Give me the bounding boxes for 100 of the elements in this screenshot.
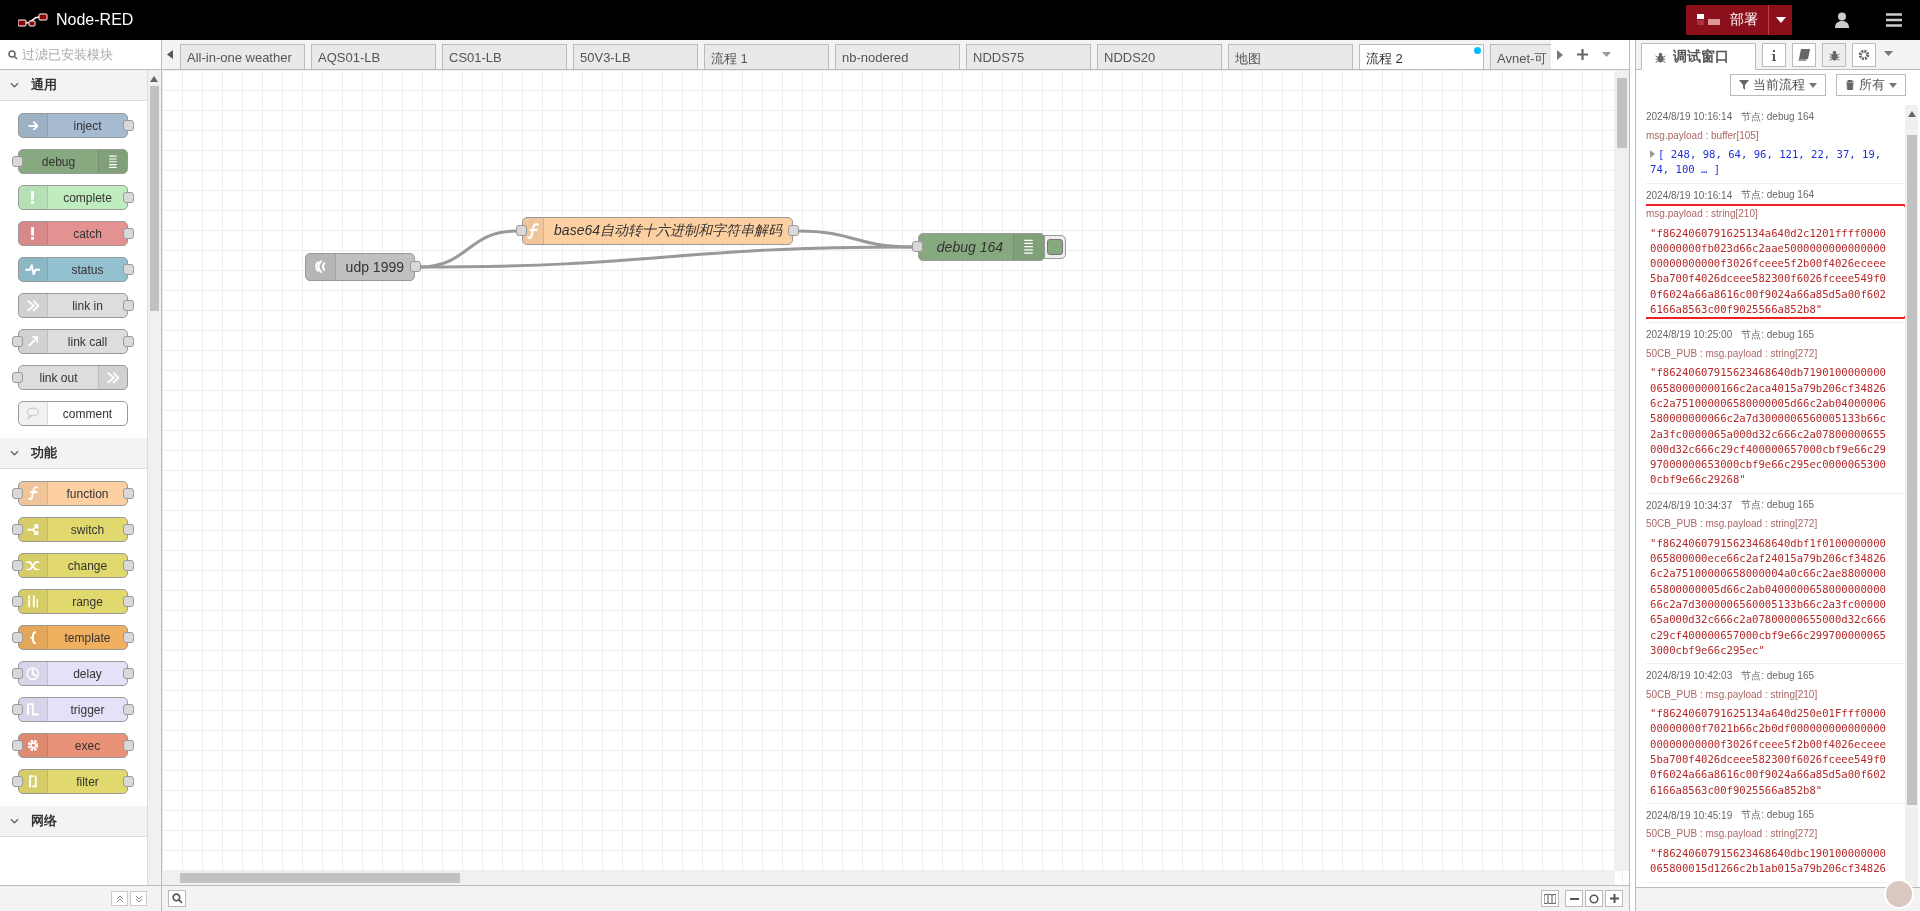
palette-node[interactable]: switch <box>18 517 128 542</box>
output-port[interactable] <box>123 776 134 787</box>
zoom-out-button[interactable] <box>1565 890 1583 907</box>
palette-node[interactable]: comment <box>18 401 128 426</box>
flow-tab[interactable]: NDDS75 <box>966 44 1091 69</box>
deploy-menu-button[interactable] <box>1768 5 1792 35</box>
collapse-all-button[interactable] <box>111 891 128 906</box>
input-port[interactable] <box>12 372 23 383</box>
flow-node[interactable]: debug 164 <box>918 233 1045 261</box>
output-port[interactable] <box>410 261 421 272</box>
output-port[interactable] <box>123 668 134 679</box>
category-header[interactable]: 通用 <box>0 70 147 101</box>
flow-tab[interactable]: 流程 2 <box>1359 44 1484 69</box>
add-flow-button[interactable] <box>1577 49 1588 60</box>
scroll-tabs-right-button[interactable] <box>1557 49 1563 60</box>
message-node-link[interactable]: 节点: debug 165 <box>1741 327 1815 342</box>
output-port[interactable] <box>123 228 134 239</box>
flow-list-button[interactable] <box>1602 52 1611 57</box>
output-port[interactable] <box>123 488 134 499</box>
output-port[interactable] <box>123 704 134 715</box>
message-node-link[interactable]: 节点: debug 164 <box>1741 188 1815 203</box>
output-port[interactable] <box>788 225 799 236</box>
palette-node[interactable]: inject <box>18 113 128 138</box>
output-port[interactable] <box>123 632 134 643</box>
sidebar-tab[interactable]: 调试窗口 <box>1641 43 1756 70</box>
zoom-reset-button[interactable] <box>1585 890 1603 907</box>
filter-dropdown[interactable]: 当前流程 <box>1730 74 1826 96</box>
flow-tab[interactable]: 50V3-LB <box>573 44 698 69</box>
output-port[interactable] <box>123 596 134 607</box>
scrollbar[interactable] <box>147 70 160 885</box>
palette-node[interactable]: link in <box>18 293 128 318</box>
info-button[interactable] <box>1762 43 1786 67</box>
flow-node[interactable]: udp 1999 <box>305 253 415 281</box>
input-port[interactable] <box>12 524 23 535</box>
zoom-in-button[interactable] <box>1605 890 1623 907</box>
input-port[interactable] <box>912 241 923 252</box>
input-port[interactable] <box>516 225 527 236</box>
output-port[interactable] <box>123 560 134 571</box>
flow-tab[interactable]: CS01-LB <box>442 44 567 69</box>
flow-node[interactable]: base64自动转十六进制和字符串解码 <box>522 217 793 245</box>
palette-node[interactable]: status <box>18 257 128 282</box>
navigator-button[interactable] <box>1541 890 1559 907</box>
help-button[interactable] <box>1792 43 1816 67</box>
scrollbar[interactable] <box>1906 105 1918 887</box>
input-port[interactable] <box>12 156 23 167</box>
message-node-link[interactable]: 节点: debug 165 <box>1741 808 1815 823</box>
message-value[interactable]: [ 248, 98, 64, 96, 121, 22, 37, 19, 74, 100 … ] <box>1646 147 1890 178</box>
input-port[interactable] <box>12 776 23 787</box>
scrollbar-thumb[interactable] <box>149 86 159 311</box>
palette-node[interactable]: template <box>18 625 128 650</box>
flow-tab[interactable]: AQS01-LB <box>311 44 436 69</box>
wire[interactable] <box>797 229 913 249</box>
palette-node[interactable]: function <box>18 481 128 506</box>
palette-node[interactable]: change <box>18 553 128 578</box>
scrollbar[interactable] <box>162 870 1615 885</box>
input-port[interactable] <box>12 668 23 679</box>
expand-all-button[interactable] <box>130 891 147 906</box>
scrollbar[interactable] <box>1614 70 1629 870</box>
message-node-link[interactable]: 节点: debug 164 <box>1741 109 1815 124</box>
palette-node[interactable]: exec <box>18 733 128 758</box>
input-port[interactable] <box>12 740 23 751</box>
scrollbar-thumb[interactable] <box>180 872 460 883</box>
input-port[interactable] <box>12 704 23 715</box>
deploy-button[interactable]: 部署 <box>1686 5 1768 35</box>
flow-tab[interactable]: NDDS20 <box>1097 44 1222 69</box>
search-button[interactable] <box>168 890 186 907</box>
flow-tab[interactable]: nb-nodered <box>835 44 960 69</box>
wire[interactable] <box>420 245 912 269</box>
input-port[interactable] <box>12 336 23 347</box>
scrollbar-thumb[interactable] <box>1616 78 1627 148</box>
category-header[interactable]: 功能 <box>0 438 147 469</box>
message-node-link[interactable]: 节点: debug 165 <box>1741 668 1815 683</box>
palette-node[interactable]: range <box>18 589 128 614</box>
output-port[interactable] <box>123 336 134 347</box>
input-port[interactable] <box>12 596 23 607</box>
palette-node[interactable]: trigger <box>18 697 128 722</box>
flow-tab[interactable]: Avnet-可 <box>1490 44 1551 69</box>
palette-node[interactable]: delay <box>18 661 128 686</box>
palette-node[interactable]: filter <box>18 769 128 794</box>
message-node-link[interactable]: 节点: debug 165 <box>1741 498 1815 513</box>
debug-toggle-button[interactable] <box>1044 235 1066 259</box>
palette-node[interactable]: link out <box>18 365 128 390</box>
output-port[interactable] <box>123 192 134 203</box>
output-port[interactable] <box>123 300 134 311</box>
palette-node[interactable]: catch <box>18 221 128 246</box>
palette-node[interactable]: link call <box>18 329 128 354</box>
flow-tab[interactable]: 地图 <box>1228 44 1353 69</box>
output-port[interactable] <box>123 524 134 535</box>
filter-dropdown[interactable]: 所有 <box>1836 74 1906 96</box>
output-port[interactable] <box>123 264 134 275</box>
debug-button[interactable] <box>1822 43 1846 67</box>
palette-node[interactable]: debug <box>18 149 128 174</box>
flow-tab[interactable]: All-in-one weather <box>180 44 305 69</box>
output-port[interactable] <box>123 740 134 751</box>
scrollbar-thumb[interactable] <box>1907 135 1917 805</box>
input-port[interactable] <box>12 488 23 499</box>
flow-tab[interactable]: 流程 1 <box>704 44 829 69</box>
settings-button[interactable] <box>1852 43 1876 67</box>
flow-canvas[interactable]: udp 1999 base64自动转十六进制和字符串解码 debug 164 <box>162 70 1629 885</box>
category-header[interactable]: 网络 <box>0 806 147 837</box>
